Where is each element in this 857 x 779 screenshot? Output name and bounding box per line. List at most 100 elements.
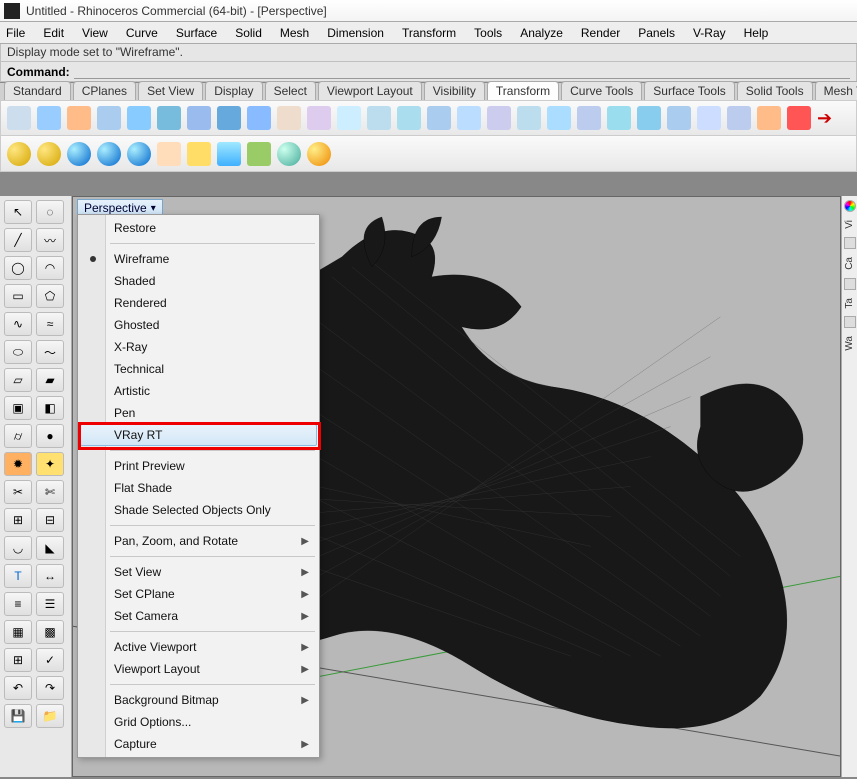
tab-viewportlayout[interactable]: Viewport Layout [318, 81, 422, 100]
menu-item-rendered[interactable]: Rendered [80, 292, 317, 314]
viewport-perspective[interactable]: Perspective ▾ RestoreWireframeShadedRend… [72, 196, 841, 777]
text-icon[interactable]: T [4, 564, 32, 588]
tab-surfacetools[interactable]: Surface Tools [644, 81, 735, 100]
scale1d-icon[interactable] [157, 106, 181, 130]
smooth-icon[interactable] [607, 106, 631, 130]
split-icon[interactable]: ✄ [36, 480, 64, 504]
menu-item-pen[interactable]: Pen [80, 402, 317, 424]
vray-m-icon[interactable] [7, 142, 31, 166]
splop-icon[interactable] [667, 106, 691, 130]
ellipse-icon[interactable]: ⬭ [4, 340, 32, 364]
menu-item-artistic[interactable]: Artistic [80, 380, 317, 402]
menu-mesh[interactable]: Mesh [280, 26, 309, 40]
menu-item-flat-shade[interactable]: Flat Shade [80, 477, 317, 499]
tab-curvetools[interactable]: Curve Tools [561, 81, 642, 100]
menu-item-vray-rt[interactable]: VRay RT [80, 424, 317, 446]
tab-solidtools[interactable]: Solid Tools [737, 81, 813, 100]
menu-dimension[interactable]: Dimension [327, 26, 384, 40]
curve-icon[interactable]: ∿ [4, 312, 32, 336]
menu-file[interactable]: File [6, 26, 25, 40]
vray-rt-icon[interactable] [127, 142, 151, 166]
record-icon[interactable] [787, 106, 811, 130]
analyze-icon[interactable]: ⊞ [4, 648, 32, 672]
line-icon[interactable]: ╱ [4, 228, 32, 252]
join-icon[interactable]: ✦ [36, 452, 64, 476]
menu-solid[interactable]: Solid [235, 26, 262, 40]
freeform-icon[interactable]: 〜 [36, 340, 64, 364]
tab-display[interactable]: Display [205, 81, 262, 100]
target-icon[interactable] [307, 142, 331, 166]
sky-icon[interactable] [217, 142, 241, 166]
cage-icon[interactable] [637, 106, 661, 130]
vray-v-icon[interactable] [37, 142, 61, 166]
right-box3[interactable] [844, 316, 856, 328]
rotate-icon[interactable] [67, 106, 91, 130]
vray-r2-icon[interactable] [97, 142, 121, 166]
sun2-icon[interactable] [187, 142, 211, 166]
explode-icon[interactable]: ✹ [4, 452, 32, 476]
menu-item-set-camera[interactable]: Set Camera▶ [80, 605, 317, 627]
polygon-icon[interactable]: ⬠ [36, 284, 64, 308]
rect-icon[interactable]: ▭ [4, 284, 32, 308]
pointer-icon[interactable]: ↖ [4, 200, 32, 224]
open-icon[interactable]: 📁 [36, 704, 64, 728]
project-icon[interactable] [427, 106, 451, 130]
right-box2[interactable] [844, 278, 856, 290]
trim-icon[interactable]: ✂ [4, 480, 32, 504]
menu-surface[interactable]: Surface [176, 26, 217, 40]
tab-transform[interactable]: Transform [487, 81, 559, 100]
sun-icon[interactable] [157, 142, 181, 166]
tab-standard[interactable]: Standard [4, 81, 71, 100]
menu-item-set-view[interactable]: Set View▶ [80, 561, 317, 583]
copy-icon[interactable] [37, 106, 61, 130]
orientcrv-icon[interactable] [727, 106, 751, 130]
menu-item-viewport-layout[interactable]: Viewport Layout▶ [80, 658, 317, 680]
menu-vray[interactable]: V-Ray [693, 26, 726, 40]
tab-visibility[interactable]: Visibility [424, 81, 485, 100]
move-icon[interactable] [7, 106, 31, 130]
menu-item-grid-options-[interactable]: Grid Options... [80, 711, 317, 733]
scale-icon[interactable] [127, 106, 151, 130]
fillet-icon[interactable]: ◡ [4, 536, 32, 560]
menu-panels[interactable]: Panels [638, 26, 675, 40]
circle-icon[interactable]: ◯ [4, 256, 32, 280]
right-box1[interactable] [844, 237, 856, 249]
menu-item-restore[interactable]: Restore [80, 217, 317, 239]
scale2d-icon[interactable] [187, 106, 211, 130]
solid-icon[interactable]: ◧ [36, 396, 64, 420]
align-icon[interactable] [277, 106, 301, 130]
menu-item-capture[interactable]: Capture▶ [80, 733, 317, 755]
menu-analyze[interactable]: Analyze [520, 26, 563, 40]
menu-tools[interactable]: Tools [474, 26, 502, 40]
menu-edit[interactable]: Edit [43, 26, 64, 40]
menu-item-background-bitmap[interactable]: Background Bitmap▶ [80, 689, 317, 711]
taper-icon[interactable] [547, 106, 571, 130]
curve2-icon[interactable]: ≈ [36, 312, 64, 336]
menu-transform[interactable]: Transform [402, 26, 456, 40]
lasso-icon[interactable]: ◌ [36, 200, 64, 224]
mirror-icon[interactable] [217, 106, 241, 130]
menu-item-technical[interactable]: Technical [80, 358, 317, 380]
flow-icon[interactable] [577, 106, 601, 130]
dim-icon[interactable]: ↔ [36, 564, 64, 588]
menu-curve[interactable]: Curve [126, 26, 158, 40]
menu-item-wireframe[interactable]: Wireframe [80, 248, 317, 270]
array-icon[interactable] [307, 106, 331, 130]
chamfer-icon[interactable]: ◣ [36, 536, 64, 560]
redo-icon[interactable]: ↷ [36, 676, 64, 700]
arc-icon[interactable]: ◠ [36, 256, 64, 280]
menu-item-x-ray[interactable]: X-Ray [80, 336, 317, 358]
properties-icon[interactable]: ☰ [36, 592, 64, 616]
color-wheel-icon[interactable] [844, 200, 856, 212]
box-icon[interactable]: ▣ [4, 396, 32, 420]
render-icon[interactable]: ▦ [4, 620, 32, 644]
help-icon[interactable] [277, 142, 301, 166]
more-arrow-icon[interactable]: ➔ [817, 108, 832, 129]
plane-icon[interactable]: ▰ [36, 368, 64, 392]
shear-icon[interactable] [457, 106, 481, 130]
layer-icon[interactable]: ≡ [4, 592, 32, 616]
menu-item-active-viewport[interactable]: Active Viewport▶ [80, 636, 317, 658]
menu-item-set-cplane[interactable]: Set CPlane▶ [80, 583, 317, 605]
vray-r-icon[interactable] [67, 142, 91, 166]
cylinder-icon[interactable]: ⌭ [4, 424, 32, 448]
